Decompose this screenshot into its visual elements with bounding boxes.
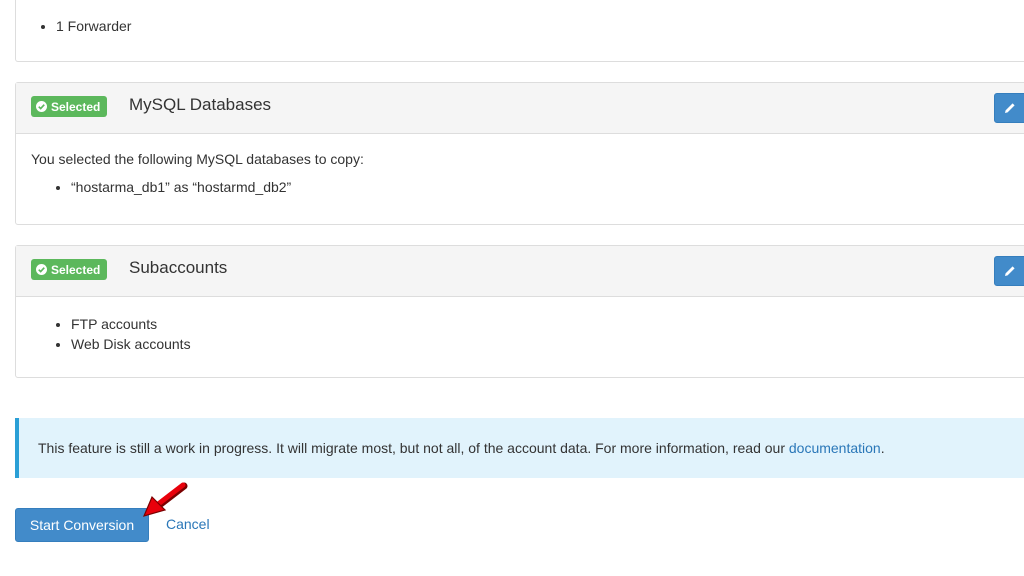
conversion-review-page: 1 Forwarder Selected MySQL Databases You…: [0, 0, 1024, 576]
panel-title: Subaccounts: [129, 258, 228, 277]
panel-body: You selected the following MySQL databas…: [16, 134, 1024, 197]
edit-subaccounts-button[interactable]: [994, 256, 1024, 286]
badge-label: Selected: [51, 99, 101, 114]
list-item: “hostarma_db1” as “hostarmd_db2”: [71, 177, 1024, 197]
alert-message: This feature is still a work in progress…: [38, 440, 789, 456]
alert-text: This feature is still a work in progress…: [38, 440, 885, 456]
panel-heading: Selected MySQL Databases: [16, 83, 1024, 134]
info-alert: This feature is still a work in progress…: [15, 418, 1024, 478]
alert-suffix: .: [880, 440, 885, 456]
red-arrow-icon: [142, 482, 188, 517]
list-item: FTP accounts: [71, 314, 1024, 334]
subaccounts-list: FTP accounts Web Disk accounts: [31, 314, 1024, 354]
list-item: 1 Forwarder: [56, 16, 131, 36]
panel-body: FTP accounts Web Disk accounts: [16, 297, 1024, 354]
panel-title: MySQL Databases: [129, 95, 272, 114]
documentation-link[interactable]: documentation: [789, 440, 881, 456]
badge-label: Selected: [51, 262, 101, 277]
panel-heading: Selected Subaccounts: [16, 246, 1024, 297]
pencil-icon: [1005, 266, 1015, 276]
pencil-icon: [1005, 103, 1015, 113]
check-circle-icon: [36, 264, 47, 275]
mysql-databases-panel: Selected MySQL Databases You selected th…: [15, 82, 1024, 225]
status-badge: Selected: [31, 259, 108, 280]
start-conversion-button[interactable]: Start Conversion: [15, 508, 149, 542]
forwarders-panel: 1 Forwarder: [15, 0, 1024, 62]
mysql-list: “hostarma_db1” as “hostarmd_db2”: [31, 177, 1024, 197]
check-circle-icon: [36, 101, 47, 112]
edit-mysql-button[interactable]: [994, 93, 1024, 123]
list-item: Web Disk accounts: [71, 334, 1024, 354]
subaccounts-panel: Selected Subaccounts FTP accounts Web Di…: [15, 245, 1024, 378]
status-badge: Selected: [31, 96, 108, 117]
forwarders-list: 1 Forwarder: [16, 16, 131, 36]
mysql-intro-text: You selected the following MySQL databas…: [31, 151, 364, 167]
